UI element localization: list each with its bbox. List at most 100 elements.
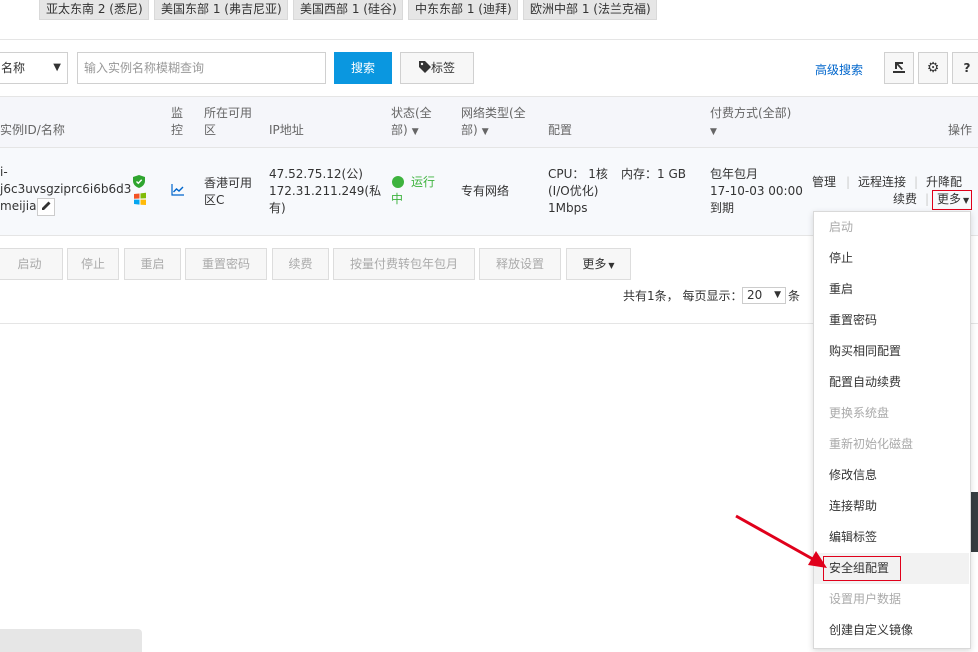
gear-icon: ⚙ bbox=[926, 60, 940, 76]
header-status-filter[interactable]: 部) ▼ bbox=[391, 122, 419, 141]
region-tab-virginia[interactable]: 美国东部 1 (弗吉尼亚) bbox=[154, 0, 288, 20]
config-cpu: CPU： 1核 bbox=[548, 167, 608, 181]
side-feedback-tab[interactable] bbox=[971, 492, 978, 552]
header-config: 配置 bbox=[548, 123, 573, 137]
pagination-total: 共有1条， 每页显示： bbox=[623, 289, 743, 303]
status-line2: 中 bbox=[391, 192, 404, 206]
network-type: 专有网络 bbox=[461, 184, 510, 198]
bulk-stop-button[interactable]: 停止 bbox=[67, 248, 119, 280]
billing-expiry-suffix: 到期 bbox=[710, 201, 735, 215]
tag-button-label: 标签 bbox=[430, 61, 455, 75]
config-io: (I/O优化) bbox=[548, 184, 599, 198]
tag-icon bbox=[418, 54, 431, 84]
header-id-name: 实例ID/名称 bbox=[0, 123, 65, 137]
ip-private-line2: 有) bbox=[269, 201, 286, 215]
page-size-value: 20 bbox=[747, 288, 763, 302]
ip-private-line1: 172.31.211.249(私 bbox=[269, 184, 382, 198]
bulk-more-label: 更多 bbox=[582, 257, 607, 271]
caret-down-icon: ▼ bbox=[608, 261, 615, 270]
menu-item-replace-system-disk[interactable]: 更换系统盘 bbox=[814, 398, 970, 429]
menu-item-edit-tags[interactable]: 编辑标签 bbox=[814, 522, 970, 553]
menu-item-restart[interactable]: 重启 bbox=[814, 274, 970, 305]
instance-id-line2[interactable]: j6c3uvsgziprc6i6b6d3 bbox=[0, 181, 131, 198]
menu-item-reinit-disk[interactable]: 重新初始化磁盘 bbox=[814, 429, 970, 460]
header-billing-filter[interactable]: ▼ bbox=[710, 122, 717, 141]
bulk-start-button[interactable]: 启动 bbox=[0, 248, 63, 280]
billing-expiry: 17-10-03 00:00 bbox=[710, 184, 803, 198]
manage-link[interactable]: 管理 bbox=[812, 174, 836, 191]
header-network-2: 部) bbox=[461, 123, 478, 137]
search-button[interactable]: 搜索 bbox=[334, 52, 392, 84]
bulk-renew-button[interactable]: 续费 bbox=[272, 248, 329, 280]
header-monitor-1: 监 bbox=[171, 106, 184, 120]
header-zone-1: 所在可用 bbox=[204, 106, 253, 120]
status-line1: 运行 bbox=[411, 175, 436, 189]
separator: | bbox=[914, 175, 919, 189]
tag-button[interactable]: 标签 bbox=[400, 52, 474, 84]
advanced-search-link[interactable]: 高级搜索 bbox=[815, 61, 863, 78]
export-icon bbox=[892, 60, 906, 77]
menu-item-modify-info[interactable]: 修改信息 bbox=[814, 460, 970, 491]
divider bbox=[0, 39, 978, 40]
config-memory: 内存：1 GB bbox=[621, 167, 686, 181]
caret-down-icon: ▼ bbox=[710, 127, 717, 137]
header-status-1[interactable]: 状态(全 bbox=[391, 105, 432, 122]
caret-down-icon: ▼ bbox=[481, 127, 489, 137]
bulk-release-settings-button[interactable]: 释放设置 bbox=[479, 248, 561, 280]
chevron-down-icon: ▼ bbox=[774, 290, 781, 300]
instance-id-line1[interactable]: i- bbox=[0, 164, 8, 181]
renew-link[interactable]: 续费 bbox=[893, 191, 917, 208]
zone-line1: 香港可用 bbox=[204, 176, 253, 190]
chevron-down-icon: ▼ bbox=[53, 62, 61, 73]
region-tab-silicon-valley[interactable]: 美国西部 1 (硅谷) bbox=[293, 0, 403, 20]
more-actions-menu: 启动 停止 重启 重置密码 购买相同配置 配置自动续费 更换系统盘 重新初始化磁… bbox=[813, 211, 971, 649]
header-monitor-2: 控 bbox=[171, 123, 184, 137]
page-size-select[interactable]: 20 ▼ bbox=[742, 287, 786, 304]
header-ip: IP地址 bbox=[269, 123, 304, 137]
export-button[interactable] bbox=[884, 52, 914, 84]
menu-item-user-data[interactable]: 设置用户数据 bbox=[814, 584, 970, 615]
running-status-icon bbox=[392, 176, 404, 188]
zone-line2: 区C bbox=[204, 193, 225, 207]
menu-item-buy-same-config[interactable]: 购买相同配置 bbox=[814, 336, 970, 367]
separator: | bbox=[925, 192, 930, 206]
region-tab-sydney[interactable]: 亚太东南 2 (悉尼) bbox=[39, 0, 149, 20]
separator: | bbox=[846, 175, 851, 189]
remote-connect-link[interactable]: 远程连接 bbox=[858, 174, 906, 191]
header-network-1[interactable]: 网络类型(全 bbox=[461, 105, 526, 122]
menu-item-stop[interactable]: 停止 bbox=[814, 243, 970, 274]
bulk-reset-password-button[interactable]: 重置密码 bbox=[185, 248, 267, 280]
region-tab-frankfurt[interactable]: 欧洲中部 1 (法兰克福) bbox=[523, 0, 657, 20]
windows-icon bbox=[133, 192, 147, 209]
edit-name-button[interactable] bbox=[37, 198, 55, 216]
caret-down-icon: ▼ bbox=[411, 127, 419, 137]
more-link-label: 更多 bbox=[937, 192, 962, 206]
menu-item-reset-password[interactable]: 重置密码 bbox=[814, 305, 970, 336]
bulk-restart-button[interactable]: 重启 bbox=[124, 248, 181, 280]
header-zone-2: 区 bbox=[204, 123, 217, 137]
header-status-2: 部) bbox=[391, 123, 408, 137]
menu-item-start[interactable]: 启动 bbox=[814, 212, 970, 243]
help-button[interactable]: ? bbox=[952, 52, 978, 84]
bulk-more-button[interactable]: 更多 ▼ bbox=[566, 248, 631, 280]
resize-link[interactable]: 升降配 bbox=[926, 174, 962, 191]
region-tab-dubai[interactable]: 中东东部 1 (迪拜) bbox=[408, 0, 518, 20]
monitor-chart-icon[interactable] bbox=[171, 184, 185, 199]
settings-button[interactable]: ⚙ bbox=[918, 52, 948, 84]
menu-item-auto-renew[interactable]: 配置自动续费 bbox=[814, 367, 970, 398]
search-input[interactable] bbox=[77, 52, 326, 84]
header-billing-1[interactable]: 付费方式(全部) bbox=[710, 105, 791, 122]
more-link[interactable]: 更多 ▼ bbox=[937, 191, 969, 209]
header-ops: 操作 bbox=[948, 123, 973, 137]
pagination-unit: 条 bbox=[788, 289, 801, 303]
menu-item-connect-help[interactable]: 连接帮助 bbox=[814, 491, 970, 522]
help-icon: ? bbox=[963, 61, 971, 75]
search-filter-select[interactable]: 名称 ▼ bbox=[0, 52, 68, 84]
config-bandwidth: 1Mbps bbox=[548, 201, 588, 215]
table-header: 实例ID/名称 监 控 所在可用 区 IP地址 状态(全 部) ▼ 网络类型(全 … bbox=[0, 96, 978, 148]
bulk-convert-billing-button[interactable]: 按量付费转包年包月 bbox=[333, 248, 475, 280]
ip-public: 47.52.75.12(公) bbox=[269, 167, 363, 181]
header-network-filter[interactable]: 部) ▼ bbox=[461, 122, 489, 141]
menu-item-create-image[interactable]: 创建自定义镜像 bbox=[814, 615, 970, 646]
search-filter-value: 名称 bbox=[1, 61, 26, 75]
